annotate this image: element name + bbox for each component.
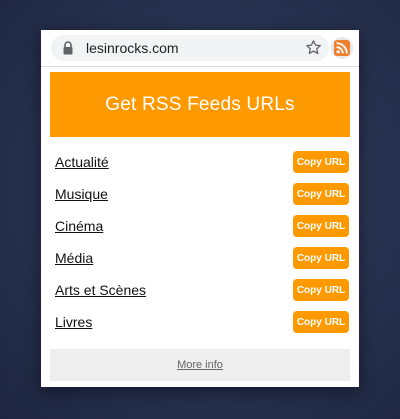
- feed-link-media[interactable]: Média: [55, 250, 93, 266]
- copy-url-button[interactable]: Copy URL: [293, 151, 349, 173]
- feed-link-actualite[interactable]: Actualité: [55, 154, 109, 170]
- feed-link-livres[interactable]: Livres: [55, 314, 92, 330]
- copy-url-button[interactable]: Copy URL: [293, 279, 349, 301]
- popup-footer: More info: [50, 349, 350, 381]
- popup-title: Get RSS Feeds URLs: [105, 93, 295, 115]
- feed-row: Cinéma Copy URL: [50, 210, 350, 242]
- feed-row: Média Copy URL: [50, 242, 350, 274]
- feed-row: Livres Copy URL: [50, 306, 350, 338]
- feed-row: Arts et Scènes Copy URL: [50, 274, 350, 306]
- browser-toolbar: lesinrocks.com: [41, 30, 359, 67]
- extension-popup: lesinrocks.com Get RSS Feeds URLs Actual…: [41, 30, 359, 387]
- feed-link-musique[interactable]: Musique: [55, 186, 108, 202]
- feed-link-cinema[interactable]: Cinéma: [55, 218, 103, 234]
- url-text[interactable]: lesinrocks.com: [86, 39, 179, 57]
- feed-link-arts-et-scenes[interactable]: Arts et Scènes: [55, 282, 146, 298]
- feed-row: Musique Copy URL: [50, 178, 350, 210]
- copy-url-button[interactable]: Copy URL: [293, 247, 349, 269]
- copy-url-button[interactable]: Copy URL: [293, 311, 349, 333]
- popup-header: Get RSS Feeds URLs: [50, 72, 350, 137]
- feed-row: Actualité Copy URL: [50, 146, 350, 178]
- copy-url-button[interactable]: Copy URL: [293, 215, 349, 237]
- star-icon[interactable]: [305, 39, 322, 56]
- copy-url-button[interactable]: Copy URL: [293, 183, 349, 205]
- more-info-link[interactable]: More info: [177, 359, 223, 371]
- lock-icon[interactable]: [62, 41, 74, 55]
- feed-list: Actualité Copy URL Musique Copy URL Ciné…: [50, 146, 350, 338]
- address-bar[interactable]: lesinrocks.com: [51, 35, 329, 61]
- rss-extension-button[interactable]: [331, 37, 353, 59]
